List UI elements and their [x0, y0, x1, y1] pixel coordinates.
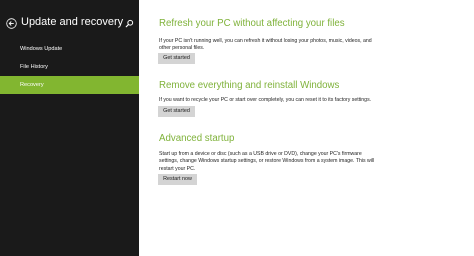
pc-settings-window: Update and recovery Windows Update File … — [0, 0, 474, 256]
sidebar-item-recovery[interactable]: Recovery — [0, 76, 139, 94]
refresh-pc-description: If your PC isn't running well, you can r… — [159, 38, 372, 52]
back-button[interactable] — [6, 18, 17, 29]
sidebar-item-label: File History — [20, 64, 48, 70]
reset-pc-description: If you want to recycle your PC or start … — [159, 97, 372, 103]
sidebar-header: Update and recovery — [0, 0, 139, 36]
sidebar-item-label: Windows Update — [20, 46, 63, 52]
sidebar-item-file-history[interactable]: File History — [0, 58, 139, 76]
search-icon — [125, 19, 134, 28]
sidebar-item-windows-update[interactable]: Windows Update — [0, 40, 139, 58]
advanced-startup-heading: Advanced startup — [159, 133, 235, 144]
restart-now-button[interactable]: Restart now — [158, 174, 197, 185]
reset-pc-heading: Remove everything and reinstall Windows — [159, 80, 340, 91]
refresh-get-started-button[interactable]: Get started — [158, 53, 195, 64]
advanced-startup-description: Start up from a device or disc (such as … — [159, 151, 375, 172]
page-title: Update and recovery — [21, 16, 124, 28]
sidebar: Update and recovery Windows Update File … — [0, 0, 139, 256]
sidebar-item-label: Recovery — [20, 82, 44, 88]
back-arrow-icon — [6, 18, 17, 29]
search-button[interactable] — [125, 19, 134, 28]
reset-get-started-button[interactable]: Get started — [158, 106, 195, 117]
refresh-pc-heading: Refresh your PC without affecting your f… — [159, 18, 345, 29]
main-content: Refresh your PC without affecting your f… — [139, 0, 474, 256]
